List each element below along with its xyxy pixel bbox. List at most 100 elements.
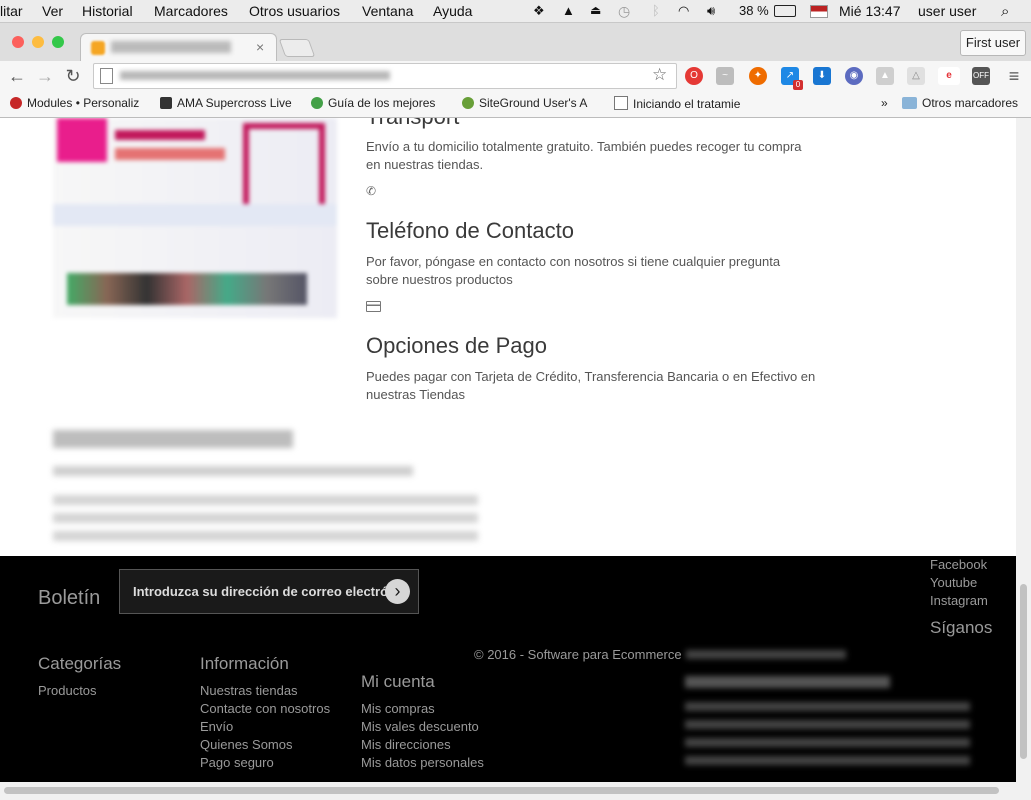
menu-edit[interactable]: litar — [0, 3, 23, 19]
social-link-instagram[interactable]: Instagram — [930, 593, 988, 608]
social-link-youtube[interactable]: Youtube — [930, 575, 977, 590]
copyright-text: © 2016 - Software para Ecommerce — [474, 647, 682, 662]
blurred-store-title — [53, 430, 293, 448]
menu-bookmarks[interactable]: Marcadores — [154, 3, 228, 19]
blurred-store-info-title — [685, 676, 890, 688]
newsletter-submit-arrow-icon[interactable]: › — [385, 579, 410, 604]
forward-arrow-icon[interactable]: → — [34, 65, 56, 87]
bookmarks-overflow-button[interactable]: » — [881, 96, 888, 110]
url-text — [120, 71, 390, 80]
footer-link-nuestras-tiendas[interactable]: Nuestras tiendas — [200, 683, 298, 698]
close-window-icon[interactable] — [12, 36, 24, 48]
blurred-store-info-text — [685, 702, 970, 772]
footer-link-contacte[interactable]: Contacte con nosotros — [200, 701, 330, 716]
chrome-menu-icon[interactable]: ≡ — [1003, 65, 1025, 87]
menu-view[interactable]: Ver — [42, 3, 63, 19]
footer-information-title: Información — [200, 654, 289, 673]
zoom-window-icon[interactable] — [52, 36, 64, 48]
reload-icon[interactable]: ↻ — [62, 65, 84, 87]
minimize-window-icon[interactable] — [32, 36, 44, 48]
vertical-scrollbar[interactable] — [1016, 118, 1031, 782]
extension-badge: 0 — [793, 80, 803, 90]
promo-image[interactable] — [53, 118, 337, 318]
credit-card-icon — [366, 301, 381, 312]
document-icon — [614, 96, 628, 110]
wifi-icon[interactable]: ◠ — [678, 3, 689, 19]
off-extension-icon[interactable]: OFF — [972, 67, 990, 85]
social-link-facebook[interactable]: Facebook — [930, 557, 987, 572]
back-arrow-icon[interactable]: ← — [6, 65, 28, 87]
colorzilla-extension-icon[interactable]: ◉ — [845, 67, 863, 85]
eject-icon[interactable]: ⏏ — [590, 3, 601, 17]
horizontal-scrollbar[interactable] — [0, 782, 1031, 800]
bookmark-favicon-icon — [10, 97, 22, 109]
footer-link-envio[interactable]: Envío — [200, 719, 233, 734]
other-bookmarks-folder[interactable]: Otros marcadores — [902, 96, 1018, 110]
volume-icon[interactable]: 🔊︎ — [707, 3, 715, 19]
section-text-payment: Puedes pagar con Tarjeta de Crédito, Tra… — [366, 369, 816, 402]
blurred-copyright-brand — [686, 650, 846, 659]
profile-button[interactable]: First user — [960, 30, 1026, 56]
browser-tab[interactable]: × — [80, 33, 277, 62]
address-bar[interactable]: ☆ — [93, 63, 677, 89]
site-footer: Boletín Introduzca su dirección de corre… — [0, 556, 1016, 782]
newsletter-placeholder: Introduzca su dirección de correo electr… — [133, 584, 396, 599]
menu-history[interactable]: Historial — [82, 3, 133, 19]
tab-favicon — [91, 41, 105, 55]
drive-icon[interactable]: ▲ — [562, 3, 575, 18]
flag-icon[interactable] — [810, 5, 828, 18]
tab-title — [111, 41, 231, 53]
blurred-store-subtitle — [53, 466, 413, 476]
stats-extension-icon[interactable]: ~ — [716, 67, 734, 85]
battery-icon[interactable] — [774, 5, 796, 17]
spotlight-search-icon[interactable]: ⌕ — [1001, 3, 1009, 20]
ebay-extension-icon[interactable]: e — [938, 67, 960, 85]
feed-extension-icon[interactable]: △ — [907, 67, 925, 85]
time-machine-icon[interactable]: ◷ — [618, 3, 630, 20]
menubar-user[interactable]: user user — [918, 3, 976, 19]
bookmark-favicon-icon — [160, 97, 172, 109]
macos-menu-bar: litar Ver Historial Marcadores Otros usu… — [0, 0, 1031, 23]
drive-extension-icon[interactable]: ▲ — [876, 67, 894, 85]
new-tab-button[interactable] — [278, 39, 316, 57]
horizontal-scrollbar-thumb[interactable] — [4, 787, 999, 794]
bookmark-item-siteground[interactable]: SiteGround User's A — [462, 96, 597, 110]
folder-icon — [902, 97, 917, 109]
blurred-store-description — [53, 495, 478, 541]
footer-link-mis-compras[interactable]: Mis compras — [361, 701, 435, 716]
bookmarks-bar: Modules • Personaliz AMA Supercross Live… — [0, 91, 1031, 118]
bluetooth-icon[interactable]: ᛒ — [652, 3, 660, 18]
social-title: Síganos — [930, 618, 993, 637]
page-content: Transport Envío a tu domicilio totalment… — [0, 118, 1016, 556]
bookmark-favicon-icon — [462, 97, 474, 109]
footer-link-quienes-somos[interactable]: Quienes Somos — [200, 737, 293, 752]
page-info-icon[interactable] — [100, 68, 113, 84]
footer-link-pago-seguro[interactable]: Pago seguro — [200, 755, 274, 770]
bookmark-star-icon[interactable]: ☆ — [652, 65, 667, 85]
newsletter-label: Boletín — [38, 587, 101, 609]
menu-window[interactable]: Ventana — [362, 3, 413, 19]
bookmark-item-guia[interactable]: Guía de los mejores — [311, 96, 446, 110]
vertical-scrollbar-thumb[interactable] — [1020, 584, 1027, 759]
footer-link-mis-vales[interactable]: Mis vales descuento — [361, 719, 479, 734]
section-text-contact: Por favor, póngase en contacto con nosot… — [366, 254, 781, 287]
fire-extension-icon[interactable]: ✦ — [749, 67, 767, 85]
bookmark-favicon-icon — [311, 97, 323, 109]
dropbox-icon[interactable]: ❖ — [533, 3, 545, 19]
menu-help[interactable]: Ayuda — [433, 3, 472, 19]
opera-extension-icon[interactable]: O — [685, 67, 703, 85]
tab-strip: × First user — [0, 23, 1031, 62]
footer-link-productos[interactable]: Productos — [38, 683, 97, 698]
section-title-payment: Opciones de Pago — [366, 333, 548, 358]
bookmark-item-supercross[interactable]: AMA Supercross Live — [160, 96, 295, 110]
menubar-clock[interactable]: Mié 13:47 — [839, 3, 900, 19]
bookmark-item-modules[interactable]: Modules • Personaliz — [10, 96, 145, 110]
close-tab-icon[interactable]: × — [256, 39, 264, 55]
newsletter-email-input[interactable]: Introduzca su dirección de correo electr… — [119, 569, 419, 614]
footer-link-mis-direcciones[interactable]: Mis direcciones — [361, 737, 451, 752]
section-title-transport: Transport — [366, 118, 459, 130]
bookmark-item-iniciando[interactable]: Iniciando el tratamie — [614, 96, 749, 111]
footer-link-mis-datos[interactable]: Mis datos personales — [361, 755, 484, 770]
download-extension-icon[interactable]: ⬇ — [813, 67, 831, 85]
menu-other-users[interactable]: Otros usuarios — [249, 3, 340, 19]
